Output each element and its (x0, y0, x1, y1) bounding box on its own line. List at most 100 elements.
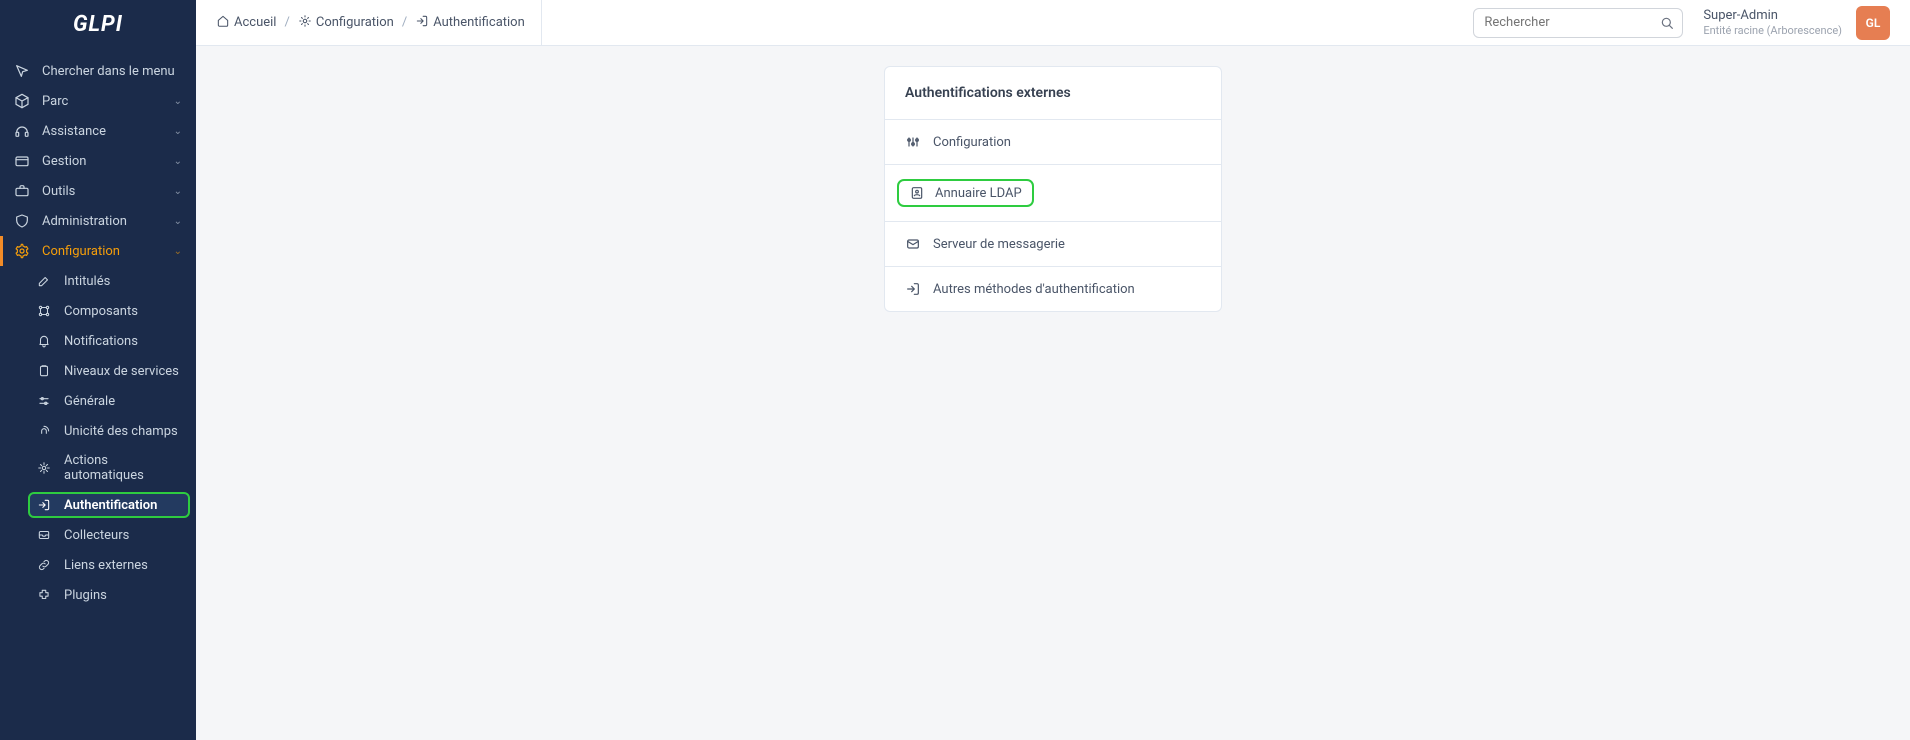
wallet-icon (14, 153, 30, 169)
login-icon (36, 497, 52, 513)
card-item-mail[interactable]: Serveur de messagerie (885, 221, 1221, 266)
sidebar-sub-label: Unicité des champs (64, 424, 178, 439)
breadcrumb: Accueil / Configuration / Authentificati… (216, 0, 542, 45)
card-item-label: Serveur de messagerie (933, 237, 1065, 252)
sidebar-sub-label: Actions automatiques (64, 453, 182, 483)
sidebar-item-label: Assistance (42, 124, 106, 139)
card-title: Authentifications externes (885, 67, 1221, 119)
breadcrumb-label: Accueil (234, 15, 276, 30)
home-icon (216, 14, 230, 32)
user-text: Super-Admin Entité racine (Arborescence) (1703, 8, 1842, 37)
chevron-down-icon: ⌄ (174, 126, 182, 137)
nav-menu: Chercher dans le menu Parc ⌄ Assistance … (0, 48, 196, 740)
sidebar-item-label: Configuration (42, 244, 120, 259)
mail-icon (905, 236, 921, 252)
address-book-icon (909, 185, 925, 201)
sidebar-sub-label: Notifications (64, 334, 138, 349)
sidebar-search-menu-label: Chercher dans le menu (42, 64, 175, 79)
puzzle-icon (36, 587, 52, 603)
card-item-label: Autres méthodes d'authentification (933, 282, 1135, 297)
sidebar-item-assistance[interactable]: Assistance ⌄ (0, 116, 196, 146)
sidebar-sub-label: Liens externes (64, 558, 148, 573)
sliders-icon (905, 134, 921, 150)
sidebar-sub-label: Niveaux de services (64, 364, 179, 379)
sidebar-sub-label: Authentification (64, 498, 157, 513)
sidebar-sub-liens[interactable]: Liens externes (0, 550, 196, 580)
sidebar-sub-label: Collecteurs (64, 528, 129, 543)
sliders-icon (36, 393, 52, 409)
clipboard-icon (36, 363, 52, 379)
sidebar-item-gestion[interactable]: Gestion ⌄ (0, 146, 196, 176)
chevron-down-icon: ⌄ (174, 216, 182, 227)
sidebar-sub-label: Générale (64, 394, 115, 409)
ldap-highlight-box: Annuaire LDAP (897, 179, 1034, 207)
sidebar-sub-plugins[interactable]: Plugins (0, 580, 196, 610)
avatar[interactable]: GL (1856, 6, 1890, 40)
login-icon (905, 281, 921, 297)
sidebar-sub-label: Plugins (64, 588, 107, 603)
gear-icon (36, 460, 52, 476)
card-item-label: Annuaire LDAP (935, 186, 1022, 201)
sidebar-item-label: Gestion (42, 154, 86, 169)
headset-icon (14, 123, 30, 139)
search-icon[interactable] (1659, 15, 1675, 35)
shield-icon (14, 213, 30, 229)
user-entity: Entité racine (Arborescence) (1703, 24, 1842, 37)
search-input[interactable] (1473, 8, 1683, 38)
cursor-icon (14, 63, 30, 79)
box-icon (14, 93, 30, 109)
chevron-down-icon: ⌄ (174, 186, 182, 197)
breadcrumb-home[interactable]: Accueil (216, 14, 276, 32)
breadcrumb-sep: / (284, 15, 289, 30)
inbox-icon (36, 527, 52, 543)
sidebar-item-outils[interactable]: Outils ⌄ (0, 176, 196, 206)
breadcrumb-auth[interactable]: Authentification (415, 14, 525, 32)
card-item-ldap[interactable]: Annuaire LDAP (885, 164, 1221, 221)
breadcrumb-label: Authentification (433, 15, 525, 30)
sidebar-item-administration[interactable]: Administration ⌄ (0, 206, 196, 236)
auth-card: Authentifications externes Configuration… (884, 66, 1222, 312)
sidebar-sub-niveaux[interactable]: Niveaux de services (0, 356, 196, 386)
sidebar-item-label: Administration (42, 214, 127, 229)
settings-icon (14, 243, 30, 259)
topbar: Accueil / Configuration / Authentificati… (196, 0, 1910, 46)
main-area: Accueil / Configuration / Authentificati… (196, 0, 1910, 740)
breadcrumb-label: Configuration (316, 15, 394, 30)
sidebar: GLPI Chercher dans le menu Parc ⌄ Assist… (0, 0, 196, 740)
breadcrumb-sep: / (402, 15, 407, 30)
card-item-config[interactable]: Configuration (885, 119, 1221, 164)
sidebar-sub-authentification[interactable]: Authentification (28, 492, 190, 518)
user-area[interactable]: Super-Admin Entité racine (Arborescence)… (1703, 6, 1890, 40)
sidebar-item-configuration[interactable]: Configuration ⌄ (0, 236, 196, 266)
sidebar-sub-unicite[interactable]: Unicité des champs (0, 416, 196, 446)
breadcrumb-config[interactable]: Configuration (298, 14, 394, 32)
logo-area[interactable]: GLPI (0, 0, 196, 48)
card-item-other[interactable]: Autres méthodes d'authentification (885, 266, 1221, 311)
card-list: Configuration Annuaire LDAP Serveur de m… (885, 119, 1221, 311)
sidebar-search-menu[interactable]: Chercher dans le menu (0, 56, 196, 86)
sidebar-item-label: Parc (42, 94, 68, 109)
chevron-down-icon: ⌄ (174, 246, 182, 257)
sidebar-sub-generale[interactable]: Générale (0, 386, 196, 416)
sidebar-item-label: Outils (42, 184, 75, 199)
sidebar-sub-notifications[interactable]: Notifications (0, 326, 196, 356)
fingerprint-icon (36, 423, 52, 439)
briefcase-icon (14, 183, 30, 199)
login-icon (415, 14, 429, 32)
sidebar-sub-composants[interactable]: Composants (0, 296, 196, 326)
bell-icon (36, 333, 52, 349)
sidebar-sub-label: Intitulés (64, 274, 110, 289)
settings-icon (298, 14, 312, 32)
chevron-down-icon: ⌄ (174, 96, 182, 107)
sidebar-sub-actions[interactable]: Actions automatiques (0, 446, 196, 490)
link-icon (36, 557, 52, 573)
user-name: Super-Admin (1703, 8, 1842, 24)
sidebar-sub-collecteurs[interactable]: Collecteurs (0, 520, 196, 550)
sidebar-sub-label: Composants (64, 304, 138, 319)
content-area: Authentifications externes Configuration… (196, 46, 1910, 740)
sidebar-sub-intitules[interactable]: Intitulés (0, 266, 196, 296)
components-icon (36, 303, 52, 319)
sidebar-item-parc[interactable]: Parc ⌄ (0, 86, 196, 116)
chevron-down-icon: ⌄ (174, 156, 182, 167)
search-box (1473, 8, 1683, 38)
